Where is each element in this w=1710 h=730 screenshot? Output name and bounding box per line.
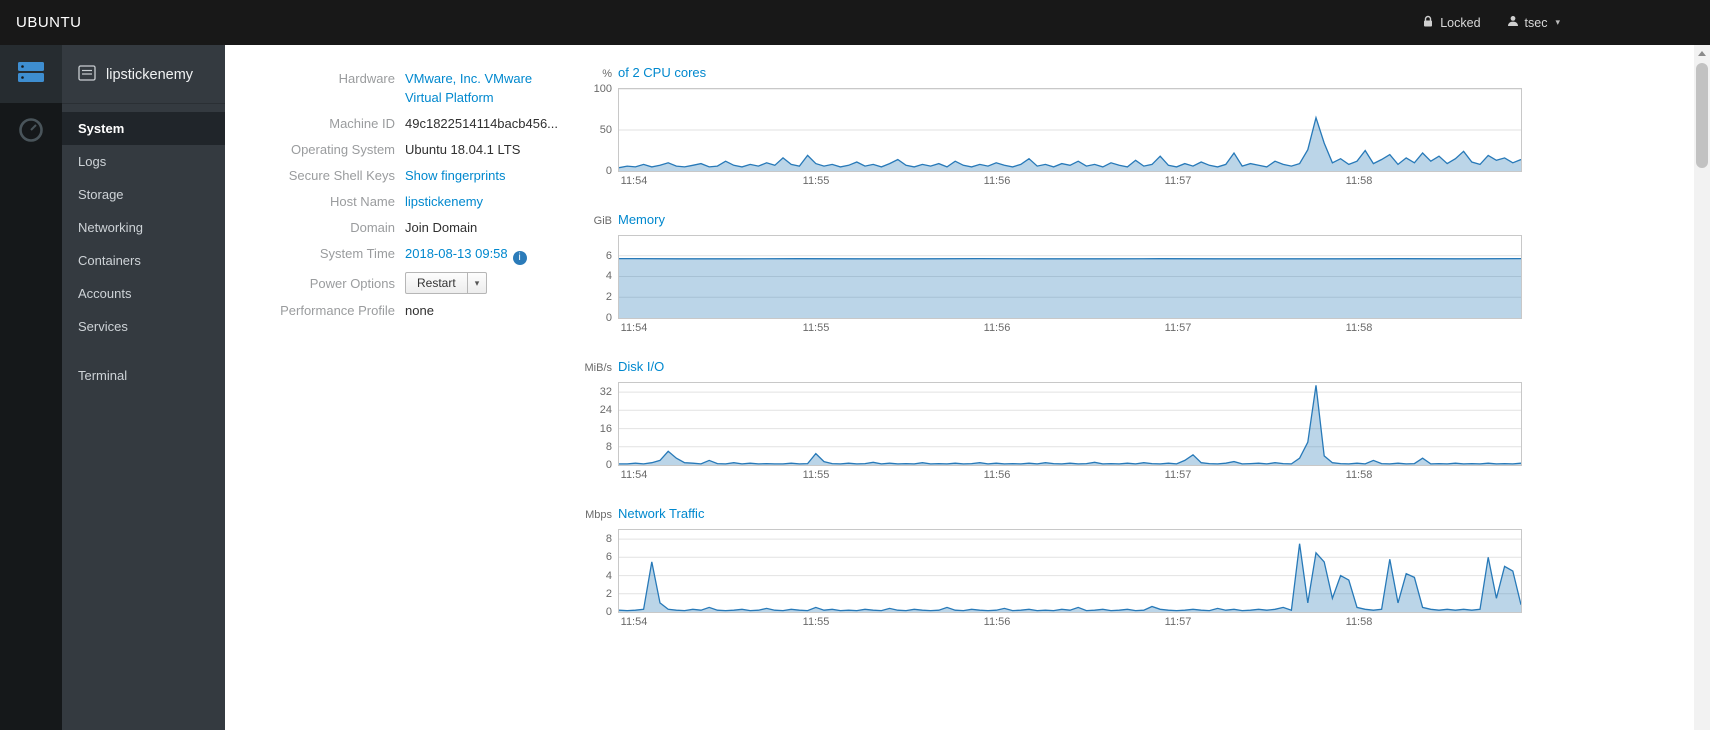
- cpu-chart-title-link[interactable]: of 2 CPU cores: [618, 65, 706, 80]
- os-value: Ubuntu 18.04.1 LTS: [405, 142, 521, 157]
- info-row-host-name: Host Name lipstickenemy: [225, 192, 561, 211]
- disk-io-y-axis: 0 8 16 24 32: [599, 386, 612, 471]
- memory-x-axis: 11:54 11:55 11:56 11:57 11:58: [620, 322, 1373, 334]
- network-traffic-chart: Mbps Network Traffic 02468 11:54 11:55 11:…: [561, 506, 1522, 630]
- network-unit-label: Mbps: [585, 509, 612, 521]
- info-label: Power Options: [309, 275, 395, 291]
- sidebar-item-accounts[interactable]: Accounts: [62, 277, 225, 310]
- icon-rail: [0, 45, 62, 730]
- lock-icon: [1422, 15, 1434, 31]
- network-chart-title-link[interactable]: Network Traffic: [618, 506, 704, 521]
- server-icon: [17, 60, 45, 89]
- scrollbar-thumb[interactable]: [1696, 63, 1708, 168]
- info-row-domain: Domain Join Domain: [225, 218, 561, 237]
- sidebar-item-networking[interactable]: Networking: [62, 211, 225, 244]
- sidebar-item-services[interactable]: Services: [62, 310, 225, 343]
- disk-io-plot-area: [618, 382, 1522, 466]
- disk-io-chart: MiB/s Disk I/O 0 8 16 24 32 11:54 11:55 11:56 1…: [561, 359, 1522, 483]
- rail-item-machines[interactable]: [0, 45, 62, 103]
- info-label: Host Name: [329, 194, 395, 209]
- network-x-axis: 11:54 11:55 11:56 11:57 11:58: [620, 616, 1373, 628]
- charts-column: % of 2 CPU cores 0 50 100 11:54 11:55 11:56 1…: [561, 45, 1522, 730]
- host-icon: [78, 65, 96, 85]
- info-row-system-time: System Time 2018-08-13 09:58 i: [225, 244, 561, 265]
- info-row-machine-id: Machine ID 49c1822514114bacb456...: [225, 114, 561, 133]
- sidebar: lipstickenemy System Logs Storage Networ…: [62, 45, 225, 730]
- memory-chart: GiB Memory 0246 11:54 11:55 11:56 11:57 11:5…: [561, 212, 1522, 336]
- info-label: Domain: [350, 220, 395, 235]
- brand-logo: UBUNTU: [16, 14, 82, 31]
- scroll-up-arrow[interactable]: [1694, 45, 1710, 61]
- cpu-chart: % of 2 CPU cores 0 50 100 11:54 11:55 11:56 1…: [561, 65, 1522, 189]
- user-menu[interactable]: tsec ▾: [1507, 15, 1560, 30]
- restart-dropdown-toggle[interactable]: ▾: [467, 272, 488, 294]
- disk-io-unit-label: MiB/s: [584, 362, 613, 374]
- gauge-icon: [18, 117, 44, 148]
- memory-unit-label: GiB: [593, 215, 612, 227]
- hardware-link[interactable]: VMware, Inc. VMware Virtual Platform: [405, 69, 555, 107]
- disk-io-chart-title-link[interactable]: Disk I/O: [618, 359, 664, 374]
- sidebar-item-storage[interactable]: Storage: [62, 178, 225, 211]
- show-fingerprints-link[interactable]: Show fingerprints: [405, 166, 505, 185]
- performance-profile-value: none: [405, 303, 434, 318]
- user-icon: [1507, 15, 1519, 30]
- cpu-plot-area: [618, 88, 1522, 172]
- memory-plot-area: [618, 235, 1522, 319]
- system-info: Hardware VMware, Inc. VMware Virtual Pla…: [225, 45, 561, 730]
- info-row-ssh-keys: Secure Shell Keys Show fingerprints: [225, 166, 561, 185]
- sidebar-item-terminal[interactable]: Terminal: [62, 359, 225, 392]
- info-row-hardware: Hardware VMware, Inc. VMware Virtual Pla…: [225, 69, 561, 107]
- disk-io-x-axis: 11:54 11:55 11:56 11:57 11:58: [620, 469, 1373, 481]
- memory-y-axis: 0246: [605, 250, 612, 324]
- host-name: lipstickenemy: [106, 67, 194, 83]
- top-bar: UBUNTU Locked tsec ▾: [0, 0, 1710, 45]
- info-row-power-options: Power Options Restart ▾: [225, 272, 561, 294]
- sidebar-item-logs[interactable]: Logs: [62, 145, 225, 178]
- chevron-down-icon: ▾: [1555, 17, 1560, 27]
- info-label: System Time: [319, 246, 395, 261]
- host-name-link[interactable]: lipstickenemy: [405, 192, 483, 211]
- scrollbar: [1694, 45, 1710, 730]
- locked-indicator[interactable]: Locked: [1422, 15, 1481, 31]
- info-icon[interactable]: i: [512, 251, 527, 265]
- main-content: Hardware VMware, Inc. VMware Virtual Pla…: [225, 45, 1694, 730]
- rail-item-dashboard[interactable]: [0, 103, 62, 161]
- info-label: Hardware: [338, 71, 395, 86]
- info-row-performance-profile: Performance Profile none: [225, 301, 561, 320]
- info-label: Machine ID: [329, 116, 395, 131]
- info-row-os: Operating System Ubuntu 18.04.1 LTS: [225, 140, 561, 159]
- host-header: lipstickenemy: [62, 45, 225, 104]
- locked-label: Locked: [1440, 15, 1481, 30]
- cpu-x-axis: 11:54 11:55 11:56 11:57 11:58: [620, 175, 1373, 187]
- power-options-split-button: Restart ▾: [405, 272, 488, 294]
- network-y-axis: 02468: [605, 533, 612, 618]
- system-time-link[interactable]: 2018-08-13 09:58: [405, 246, 508, 261]
- machine-id-value: 49c1822514114bacb456...: [405, 116, 559, 131]
- restart-button[interactable]: Restart: [405, 272, 468, 294]
- cpu-y-axis: 0 50 100: [593, 83, 612, 177]
- sidebar-item-containers[interactable]: Containers: [62, 244, 225, 277]
- sidebar-item-system[interactable]: System: [62, 112, 225, 145]
- info-label: Operating System: [290, 142, 395, 157]
- cpu-unit-label: %: [602, 68, 612, 80]
- user-name: tsec: [1524, 15, 1548, 30]
- memory-chart-title-link[interactable]: Memory: [618, 212, 665, 227]
- info-label: Performance Profile: [280, 303, 395, 318]
- domain-value[interactable]: Join Domain: [405, 218, 477, 237]
- network-plot-area: [618, 529, 1522, 613]
- info-label: Secure Shell Keys: [288, 168, 395, 183]
